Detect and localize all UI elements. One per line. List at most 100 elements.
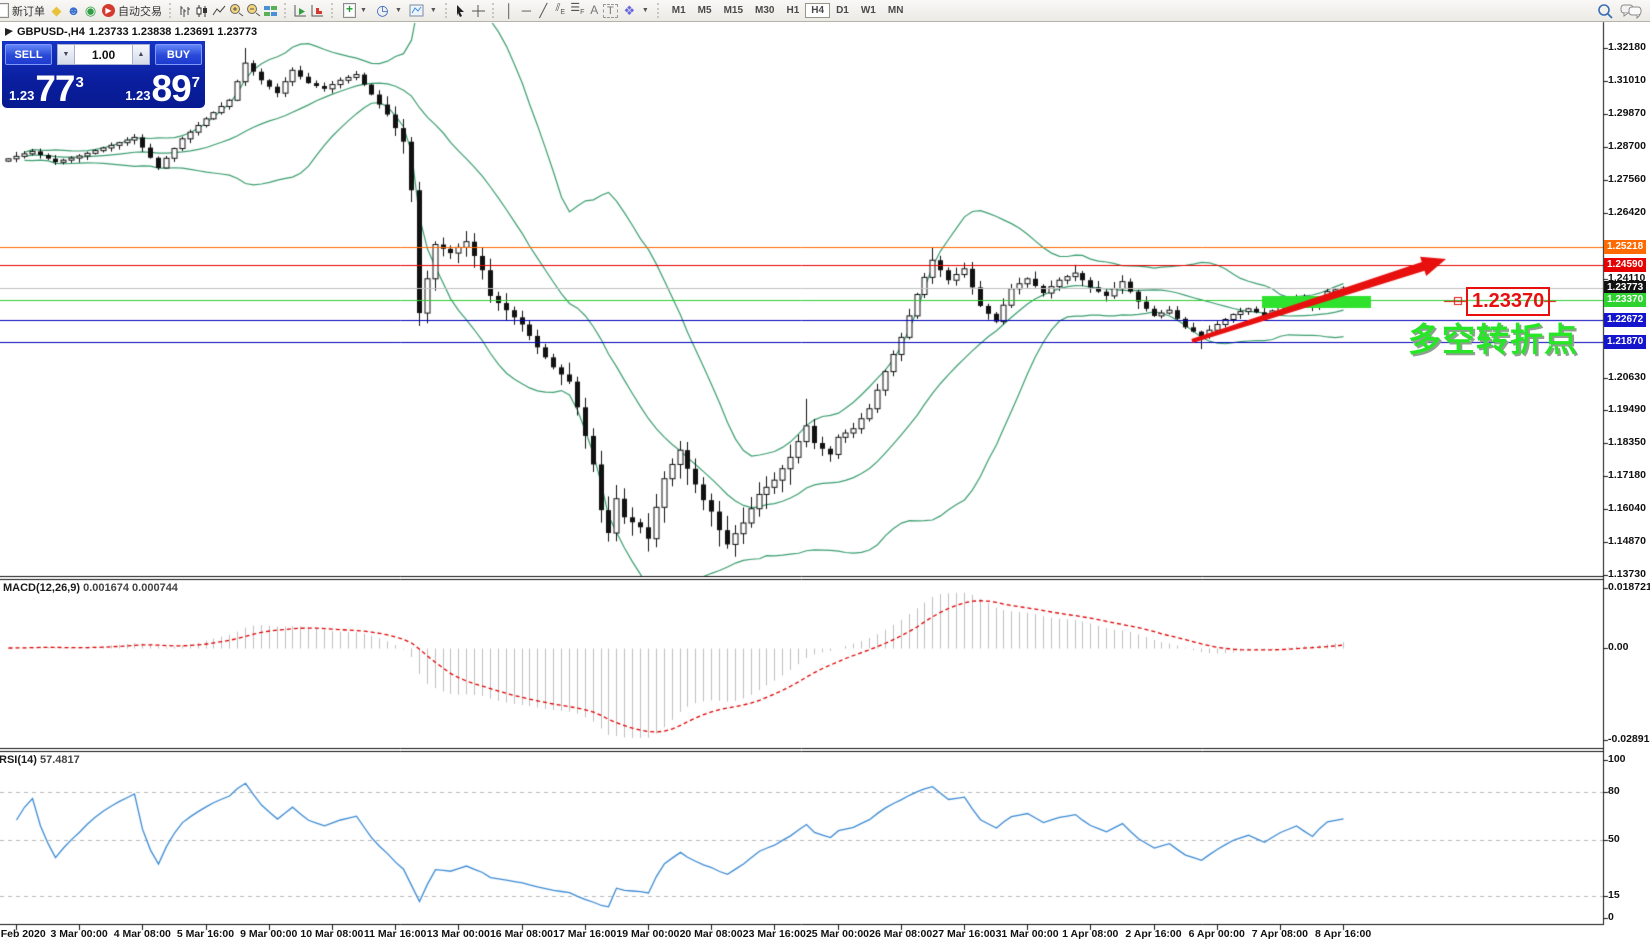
chevron-down-icon: ▼ [394,7,402,14]
trendline-tool-icon[interactable]: ╱ [535,2,552,19]
rsi-value: 57.4817 [39,754,80,766]
price-annotation-box[interactable]: 1.23370 [1466,287,1551,316]
timeframe-button-m30[interactable]: M30 [749,3,780,18]
price-line-badge: 1.25218 [1604,239,1647,254]
chevron-down-icon: ▼ [360,7,367,14]
search-icon[interactable] [1597,3,1614,19]
macd-label: MACD(12,26,9) 0.001674 0.000744 [3,582,178,594]
candlestick-chart-type-icon[interactable] [195,4,212,18]
bar-chart-type-icon[interactable] [178,4,195,18]
buy-button[interactable]: BUY [155,44,202,65]
mt4-window: 新订单 ◆ ☻ ◉ ▶ 自动交易 + ▼ ◷ ▼ ▼ │ ─ ╱ ⫽E ☰F A… [0,0,1650,942]
price-tick-label: 1.19490 [1608,403,1646,416]
toolbar-separator [444,3,450,18]
template-chart-icon [409,4,426,17]
timeframe-button-h4[interactable]: H4 [805,3,831,18]
timeframe-button-d1[interactable]: D1 [830,3,855,18]
text-tool-icon[interactable]: A [586,2,603,19]
horizontal-line-tool-icon[interactable]: ─ [518,2,535,19]
volume-input[interactable]: 1.00 [75,44,132,65]
price-tick-label: 1.27560 [1608,172,1646,185]
volume-down-button[interactable]: ▼ [57,44,75,65]
line-chart-type-icon[interactable] [212,4,229,18]
new-order-label: 新订单 [12,5,45,18]
one-click-trading-panel: SELL ▼ 1.00 ▲ BUY 1.23 77 3 1.23 89 7 [2,41,205,108]
signals-radar-icon[interactable]: ◉ [82,2,99,19]
chart-shift-icon[interactable] [310,4,327,18]
macd-value-main: 0.001674 [83,582,129,594]
price-tick-label: 1.32180 [1608,41,1646,53]
bid-price-pip: 3 [75,74,84,91]
ask-price-big: 89 [151,68,192,109]
periods-button[interactable]: ◷ ▼ [371,1,406,21]
zoom-in-icon[interactable] [229,3,246,18]
fibonacci-tool-icon[interactable]: ☰F [569,0,586,21]
equidistant-channel-tool-icon[interactable]: ⫽E [552,0,569,21]
macd-value-signal: 0.000744 [132,582,178,594]
price-tick-label: 1.31010 [1608,74,1646,87]
templates-button[interactable]: ▼ [406,1,441,21]
clock-icon: ◷ [376,2,389,18]
macd-name: MACD(12,26,9) [3,582,81,594]
new-order-icon [0,3,9,18]
crosshair-icon[interactable] [471,4,488,18]
chevron-down-icon: ▼ [429,7,437,14]
macd-axis-label: 0.018721 [1608,581,1650,593]
rsi-axis-label: 0 [1608,911,1614,923]
tile-windows-icon[interactable] [263,4,280,18]
pivot-annotation-text[interactable]: 多空转折点 [1408,313,1578,361]
price-chart-canvas[interactable] [0,0,1650,942]
rsi-axis-label: 80 [1608,785,1620,797]
bid-price[interactable]: 1.23 77 3 [7,65,84,107]
toolbar-right-group [1597,3,1648,19]
sell-button[interactable]: SELL [5,44,52,65]
symbol-triangle-icon [5,28,13,36]
ask-price-pip: 7 [191,74,200,91]
volume-up-button[interactable]: ▲ [132,44,150,65]
price-tick-label: 1.13730 [1608,568,1646,580]
price-line-badge: 1.21870 [1604,335,1647,350]
shapes-button[interactable]: ❖ ▼ [618,1,653,21]
timeframe-button-m5[interactable]: M5 [692,3,718,18]
indicators-button[interactable]: + ▼ [340,1,371,21]
metaeditor-person-icon[interactable]: ☻ [65,2,82,19]
price-line-badge: 1.24590 [1604,257,1647,272]
price-line-badge: 1.22672 [1604,312,1647,327]
toolbar-separator [656,3,662,18]
auto-trading-button[interactable]: ▶ 自动交易 [99,1,165,21]
cursor-icon[interactable] [454,4,471,18]
price-tick-label: 1.16040 [1608,502,1646,515]
rsi-axis-label: 15 [1608,889,1620,901]
auto-scroll-icon[interactable] [293,4,310,18]
timeframe-button-m1[interactable]: M1 [666,3,692,18]
favorites-diamond-icon[interactable]: ◆ [48,2,65,19]
text-label-tool-icon[interactable]: T [602,3,618,18]
timeframe-button-mn[interactable]: MN [882,3,910,18]
timeframe-button-w1[interactable]: W1 [855,3,882,18]
rsi-axis-label: 100 [1608,753,1626,765]
price-tick-label: 1.20630 [1608,370,1646,383]
rsi-name: RSI(14) [0,754,37,766]
auto-trading-icon: ▶ [102,4,115,17]
auto-trading-label: 自动交易 [118,5,162,18]
timeframe-button-m15[interactable]: M15 [718,3,749,18]
price-tick-label: 1.26420 [1608,205,1646,218]
indicators-icon: + [343,2,356,18]
rsi-axis-label: 50 [1608,833,1620,845]
macd-axis-label: 0.00 [1608,641,1629,653]
chevron-down-icon: ▼ [641,7,649,14]
macd-axis-label: -0.028913 [1608,733,1650,745]
shapes-arrows-icon: ❖ [623,3,636,18]
timeframe-button-h1[interactable]: H1 [780,3,805,18]
price-tick-label: 1.14870 [1608,535,1646,548]
time-axis-label: 8 Apr 16:00 [1314,928,1372,940]
bid-price-prefix: 1.23 [9,88,35,103]
timeframe-group: M1 M5 M15 M30 H1 H4 D1 W1 MN [666,3,910,18]
new-order-button[interactable]: 新订单 [0,1,48,21]
toolbar-separator [331,3,336,18]
vertical-line-tool-icon[interactable]: │ [501,2,518,19]
zoom-out-icon[interactable] [246,3,263,18]
chat-icon[interactable] [1620,3,1642,19]
toolbar-separator [284,3,289,18]
ask-price[interactable]: 1.23 89 7 [123,65,200,107]
